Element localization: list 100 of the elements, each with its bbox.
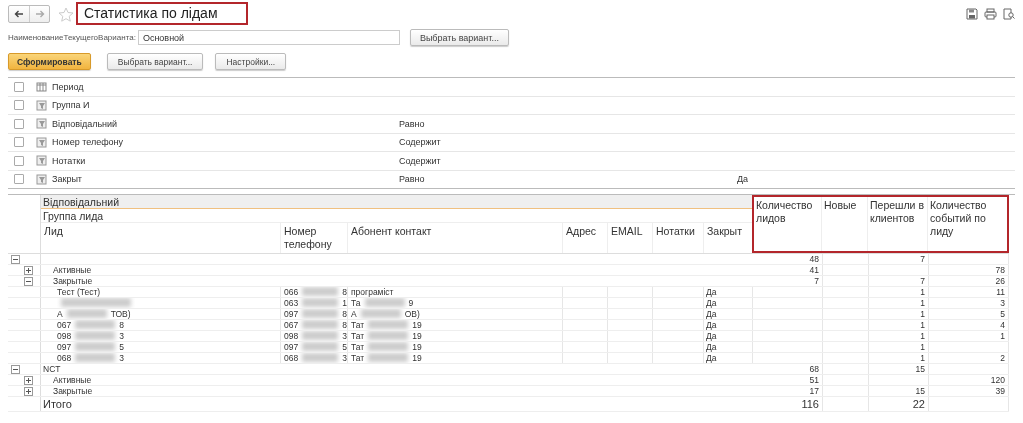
- redacted-text: [66, 309, 107, 318]
- redacted-text: [61, 298, 131, 307]
- number-value: 41: [809, 265, 819, 275]
- generate-button[interactable]: Сформировать: [8, 53, 91, 70]
- redacted-text: [75, 320, 116, 329]
- filter-field-icon: [36, 136, 47, 148]
- number-value: 1: [920, 298, 925, 308]
- save-icon[interactable]: [966, 8, 978, 20]
- column-header: Абонент контакт: [348, 223, 563, 253]
- collapse-toggle-icon[interactable]: [11, 254, 20, 264]
- filter-field-name: Период: [52, 81, 84, 92]
- redacted-text: [75, 353, 116, 362]
- group-label: Закрытые: [53, 276, 93, 286]
- filter-field-name: Нотатки: [52, 155, 86, 166]
- filter-field-name: Закрыт: [52, 174, 82, 185]
- number-value: 1: [920, 331, 925, 341]
- number-value: 120: [990, 375, 1005, 385]
- number-value: 26: [995, 276, 1005, 286]
- redacted-text: [368, 342, 409, 351]
- cell-text: 19: [412, 320, 422, 330]
- number-value: 4: [1000, 320, 1005, 330]
- column-header: Количество лидов: [754, 197, 822, 251]
- number-value: 17: [809, 386, 819, 396]
- group-label: Закрытые: [53, 386, 93, 396]
- checkbox[interactable]: [14, 174, 24, 185]
- cell-text: ТОВ): [110, 309, 131, 319]
- redacted-text: [302, 287, 339, 296]
- field-label: НаименованиеТекущегоВарианта:: [8, 33, 136, 42]
- cell-text: 068: [57, 353, 72, 363]
- cell-text: Та: [351, 298, 361, 308]
- window-title: Статистика по лідам: [84, 4, 218, 21]
- redacted-text: [368, 320, 409, 329]
- number-value: 15: [915, 364, 925, 374]
- cell-text: 3: [119, 353, 124, 363]
- collapse-toggle-icon[interactable]: [24, 276, 33, 286]
- checkbox[interactable]: [14, 118, 24, 129]
- toolbar-button[interactable]: Выбрать вариант...: [106, 53, 204, 70]
- number-value: 1: [920, 309, 925, 319]
- collapse-toggle-icon[interactable]: [11, 364, 20, 374]
- cell-text: 8: [119, 320, 124, 330]
- number-value: 1: [920, 320, 925, 330]
- cell-text: 5: [342, 342, 347, 352]
- variant-field[interactable]: Основной: [137, 30, 400, 45]
- column-header: Нотатки: [653, 223, 704, 253]
- cell-text: 8: [342, 320, 347, 330]
- choose-variant-button[interactable]: Выбрать вариант...: [409, 29, 509, 46]
- toolbar-button[interactable]: Настройки...: [215, 53, 287, 70]
- cell-text: 19: [412, 331, 422, 341]
- expand-toggle-icon[interactable]: [24, 265, 33, 275]
- number-value: 2: [1000, 353, 1005, 363]
- filter-field-icon: [36, 155, 47, 167]
- column-header: Лид: [41, 223, 281, 253]
- cell-text: 3: [342, 353, 347, 363]
- filter-field-name: Відповідальний: [52, 118, 118, 129]
- number-value: 78: [995, 265, 1005, 275]
- checkbox[interactable]: [14, 155, 24, 166]
- redacted-text: [302, 309, 339, 318]
- redacted-text: [302, 342, 339, 351]
- star-icon[interactable]: [58, 6, 74, 22]
- checkbox[interactable]: [14, 100, 24, 111]
- column-header: Адрес: [563, 223, 608, 253]
- filter-field-name: Номер телефону: [52, 137, 124, 148]
- cell-text: 5: [119, 342, 124, 352]
- filter-value: Да: [737, 174, 749, 185]
- total-label: Итого: [43, 398, 72, 410]
- cell-text: Тат: [351, 342, 365, 352]
- cell-text: 098: [57, 331, 72, 341]
- checkbox[interactable]: [14, 137, 24, 148]
- number-value: 51: [809, 375, 819, 385]
- redacted-text: [302, 320, 339, 329]
- redacted-text: [364, 298, 405, 307]
- redacted-text: [302, 331, 339, 340]
- column-header: EMAIL: [608, 223, 653, 253]
- number-value: 1: [920, 353, 925, 363]
- cell-text: 068: [284, 353, 299, 363]
- cell-text: А: [351, 309, 357, 319]
- grouping-header: Группа лида: [41, 209, 753, 223]
- cell-text: Тат: [351, 331, 365, 341]
- redacted-text: [302, 353, 339, 362]
- checkbox[interactable]: [14, 81, 24, 92]
- number-value: 1: [920, 342, 925, 352]
- forward-arrow-icon: [34, 10, 45, 18]
- number-value: 39: [995, 386, 1005, 396]
- number-value: 48: [809, 254, 819, 264]
- expand-toggle-icon[interactable]: [24, 386, 33, 396]
- preview-icon[interactable]: [1003, 8, 1015, 20]
- cell-text: Да: [706, 287, 717, 297]
- expand-toggle-icon[interactable]: [24, 375, 33, 385]
- print-icon[interactable]: [984, 8, 997, 20]
- cell-text: А: [57, 309, 63, 319]
- filter-field-name: Группа И: [52, 100, 90, 111]
- number-value: 1: [1000, 331, 1005, 341]
- redacted-text: [302, 298, 339, 307]
- filter-field-icon: [36, 173, 47, 185]
- cell-text: 3: [119, 331, 124, 341]
- redacted-text: [75, 331, 116, 340]
- column-header: Новые: [822, 197, 868, 251]
- cell-text: Да: [706, 298, 717, 308]
- cell-text: 066: [284, 287, 299, 297]
- number-value: 68: [809, 364, 819, 374]
